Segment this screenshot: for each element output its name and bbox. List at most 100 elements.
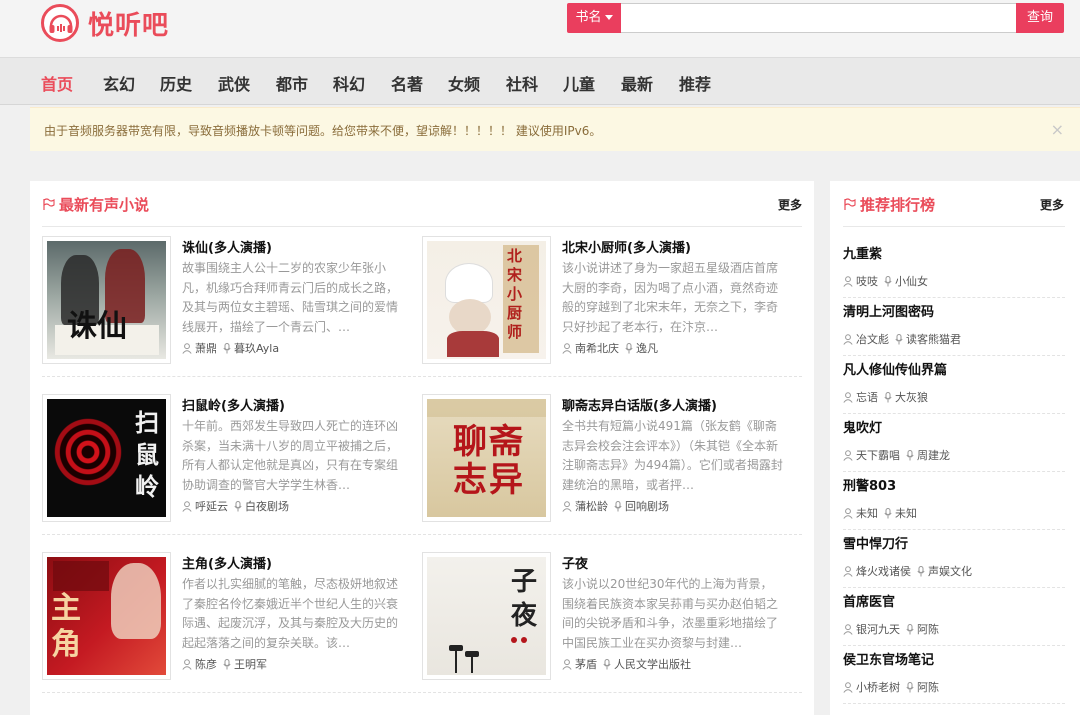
ranking-item-author[interactable]: 小桥老树: [856, 681, 900, 694]
nav-item-recommend[interactable]: 推荐: [679, 71, 711, 95]
headphones-logo-icon[interactable]: [41, 4, 79, 42]
ranking-item-title[interactable]: 鬼吹灯: [843, 417, 882, 436]
ranking-item-narrator[interactable]: 读客熊猫君: [906, 333, 961, 346]
ranking-item[interactable]: 首席医官 银河九天 阿陈: [843, 591, 1065, 649]
ranking-item-author[interactable]: 忘语: [856, 391, 878, 404]
ranking-item-author[interactable]: 吱吱: [856, 275, 878, 288]
book-cover[interactable]: 主角: [42, 552, 171, 680]
nav-item-children[interactable]: 儿童: [563, 71, 595, 95]
ranking-item-author[interactable]: 烽火戏诸侯: [856, 565, 911, 578]
ranking-item-author[interactable]: 冶文彪: [856, 333, 889, 346]
book-author[interactable]: 茅盾: [575, 658, 597, 671]
ranking-item[interactable]: 鬼吹灯 天下霸唱 周建龙: [843, 417, 1065, 475]
ranking-item-title[interactable]: 雪中悍刀行: [843, 533, 908, 552]
divider: [42, 226, 802, 227]
book-title[interactable]: 诛仙(多人演播): [182, 237, 272, 256]
ranking-item-narrator[interactable]: 大灰狼: [895, 391, 928, 404]
ranking-item-narrator[interactable]: 未知: [895, 507, 917, 520]
latest-panel: 最新有声小说 更多 诛仙 诛仙(多人演播) 故事围绕主人公十二岁的农家少年张小凡…: [30, 181, 814, 715]
ranking-more-link[interactable]: 更多: [1040, 196, 1064, 213]
book-item[interactable]: 聊斋志异 聊斋志异白话版(多人演播) 全书共有短篇小说491篇（张友鹤《聊斋志异…: [422, 394, 792, 526]
ranking-item-narrator[interactable]: 阿陈: [917, 623, 939, 636]
ranking-item-narrator[interactable]: 声娱文化: [928, 565, 972, 578]
book-title[interactable]: 聊斋志异白话版(多人演播): [562, 395, 717, 414]
book-narrator[interactable]: 王明军: [234, 658, 267, 671]
book-item[interactable]: 北宋小厨师 北宋小厨师(多人演播) 该小说讲述了身为一家超五星级酒店首席大厨的李…: [422, 236, 792, 368]
nav-item-xuanhuan[interactable]: 玄幻: [103, 71, 135, 95]
book-narrator[interactable]: 暮玖Ayla: [234, 342, 279, 355]
ranking-item-meta: 天下霸唱 周建龙: [843, 447, 950, 463]
book-narrator[interactable]: 白夜剧场: [245, 500, 289, 513]
book-item[interactable]: 诛仙 诛仙(多人演播) 故事围绕主人公十二岁的农家少年张小凡，机缘巧合拜师青云门…: [42, 236, 412, 368]
book-narrator[interactable]: 逸凡: [636, 342, 658, 355]
book-item[interactable]: 子夜 子夜 该小说以20世纪30年代的上海为背景，围绕着民族资本家吴荪甫与买办赵…: [422, 552, 792, 684]
book-author[interactable]: 陈彦: [195, 658, 217, 671]
book-cover[interactable]: 诛仙: [42, 236, 171, 364]
book-cover[interactable]: 子夜: [422, 552, 551, 680]
book-cover[interactable]: 北宋小厨师: [422, 236, 551, 364]
ranking-item-title[interactable]: 九重紫: [843, 243, 882, 262]
ranking-item-narrator[interactable]: 阿陈: [917, 681, 939, 694]
search-button[interactable]: 查询: [1016, 3, 1064, 33]
user-icon: [843, 334, 853, 345]
nav-item-home[interactable]: 首页: [41, 71, 73, 95]
ranking-item[interactable]: 刑警803 未知 未知: [843, 475, 1065, 533]
book-narrator[interactable]: 人民文学出版社: [614, 658, 691, 671]
book-author[interactable]: 蒲松龄: [575, 500, 608, 513]
ranking-item-title[interactable]: 首席医官: [843, 591, 895, 610]
divider: [843, 645, 1065, 646]
latest-more-link[interactable]: 更多: [778, 196, 802, 213]
latest-title: 最新有声小说: [59, 196, 150, 214]
ranking-item-meta: 未知 未知: [843, 505, 917, 521]
ranking-item-author[interactable]: 天下霸唱: [856, 449, 900, 462]
nav-item-urban[interactable]: 都市: [276, 71, 308, 95]
ranking-item-title[interactable]: 清明上河图密码: [843, 301, 934, 320]
book-narrator[interactable]: 回响剧场: [625, 500, 669, 513]
book-title[interactable]: 子夜: [562, 553, 588, 572]
search-bar: 书名 查询: [567, 3, 1064, 33]
ranking-item-author[interactable]: 银河九天: [856, 623, 900, 636]
flag-icon: [43, 198, 55, 210]
search-input[interactable]: [621, 3, 1016, 33]
ranking-item[interactable]: 清明上河图密码 冶文彪 读客熊猫君: [843, 301, 1065, 359]
ranking-item[interactable]: 雪中悍刀行 烽火戏诸侯 声娱文化: [843, 533, 1065, 591]
book-author[interactable]: 萧鼎: [195, 342, 217, 355]
book-cover[interactable]: 扫鼠岭: [42, 394, 171, 522]
book-item[interactable]: 扫鼠岭 扫鼠岭(多人演播) 十年前。西郊发生导致四人死亡的连环凶杀案，当未满十八…: [42, 394, 412, 526]
microphone-icon: [614, 501, 622, 512]
nav-item-latest[interactable]: 最新: [621, 71, 653, 95]
nav-item-scifi[interactable]: 科幻: [333, 71, 365, 95]
divider: [843, 297, 1065, 298]
ranking-item-narrator[interactable]: 小仙女: [895, 275, 928, 288]
ranking-item-narrator[interactable]: 周建龙: [917, 449, 950, 462]
book-title[interactable]: 北宋小厨师(多人演播): [562, 237, 691, 256]
book-cover[interactable]: 聊斋志异: [422, 394, 551, 522]
book-description: 该小说以20世纪30年代的上海为背景，围绕着民族资本家吴荪甫与买办赵伯韬之间的尖…: [562, 577, 779, 650]
ranking-item-title[interactable]: 侯卫东官场笔记: [843, 649, 934, 668]
ranking-item[interactable]: 侯卫东官场笔记 小桥老树 阿陈: [843, 649, 1065, 707]
book-item[interactable]: 主角 主角(多人演播) 作者以扎实细腻的笔触，尽态极妍地叙述了秦腔名伶忆秦娥近半…: [42, 552, 412, 684]
nav-item-wuxia[interactable]: 武侠: [218, 71, 250, 95]
book-title[interactable]: 主角(多人演播): [182, 553, 272, 572]
book-author[interactable]: 南希北庆: [575, 342, 619, 355]
ranking-item[interactable]: 九重紫 吱吱 小仙女: [843, 243, 1065, 301]
nav-item-social[interactable]: 社科: [506, 71, 538, 95]
close-icon[interactable]: ×: [1051, 120, 1064, 139]
cover-title: 聊斋志异: [453, 422, 525, 500]
nav-item-female[interactable]: 女频: [448, 71, 480, 95]
book-title[interactable]: 扫鼠岭(多人演播): [182, 395, 285, 414]
user-icon: [843, 392, 853, 403]
nav-item-classics[interactable]: 名著: [391, 71, 423, 95]
site-brand[interactable]: 悦听吧: [88, 5, 169, 42]
user-icon: [562, 501, 572, 512]
nav-item-history[interactable]: 历史: [160, 71, 192, 95]
ranking-item-title[interactable]: 凡人修仙传仙界篇: [843, 359, 947, 378]
book-description: 故事围绕主人公十二岁的农家少年张小凡，机缘巧合拜师青云门后的成长之路，及其与两位…: [182, 261, 399, 334]
ranking-item-meta: 烽火戏诸侯 声娱文化: [843, 563, 972, 579]
user-icon: [843, 566, 853, 577]
book-author[interactable]: 呼延云: [195, 500, 228, 513]
ranking-item-title[interactable]: 刑警803: [843, 475, 896, 494]
ranking-item-author[interactable]: 未知: [856, 507, 878, 520]
search-type-dropdown[interactable]: 书名: [567, 3, 621, 33]
ranking-item[interactable]: 凡人修仙传仙界篇 忘语 大灰狼: [843, 359, 1065, 417]
